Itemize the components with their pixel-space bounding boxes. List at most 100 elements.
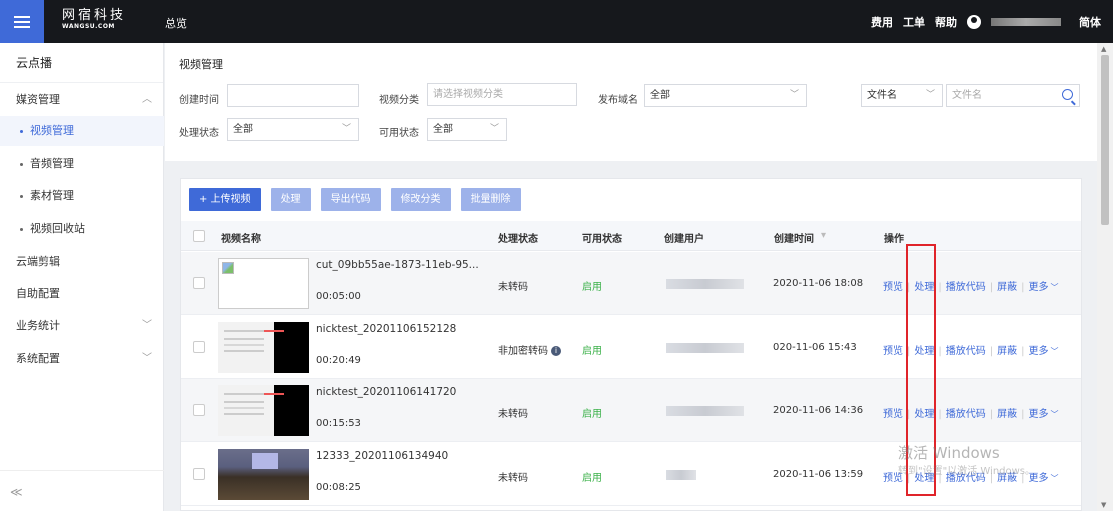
preview-link[interactable]: 预览: [883, 409, 903, 420]
scroll-down-icon[interactable]: ▼: [1101, 501, 1106, 509]
created-time-input[interactable]: [227, 84, 359, 107]
collapse-sidebar-icon[interactable]: ≪: [10, 485, 23, 499]
tickets-link[interactable]: 工单: [903, 14, 925, 30]
search-type-select[interactable]: 文件名 ﹀: [861, 84, 943, 107]
category-select[interactable]: 请选择视频分类: [427, 83, 577, 106]
chevron-down-icon: ﹀: [925, 90, 935, 100]
chevron-down-icon: ﹀: [1050, 474, 1059, 483]
video-name[interactable]: nicktest_20201106141720: [316, 386, 456, 398]
info-icon[interactable]: i: [551, 346, 561, 356]
video-duration: 00:15:53: [316, 418, 361, 429]
creator-masked: [666, 470, 696, 480]
scroll-thumb[interactable]: [1101, 55, 1109, 225]
preview-link[interactable]: 预览: [883, 282, 903, 293]
block-link[interactable]: 屏蔽: [997, 346, 1017, 357]
table-row: nicktest_20201106141720 00:15:53 未转码 启用 …: [181, 379, 1081, 442]
table-row: nicktest_20201106152128 00:20:49 非加密转码 i …: [181, 316, 1081, 379]
sidebar-item-media[interactable]: 媒资管理 ︿: [0, 85, 164, 115]
sidebar-item-material-management[interactable]: 素材管理: [0, 181, 164, 211]
domain-select[interactable]: 全部 ﹀: [644, 84, 807, 107]
process-status-value: 全部: [233, 124, 253, 135]
row-checkbox[interactable]: [193, 404, 205, 416]
more-link[interactable]: 更多: [1029, 409, 1049, 420]
sidebar-divider: [0, 470, 164, 471]
created-time: 020-11-06 15:43: [773, 342, 857, 353]
language-switch[interactable]: 简体: [1079, 14, 1101, 30]
page-title: 视频管理: [179, 58, 223, 71]
video-thumbnail[interactable]: [218, 449, 309, 500]
preview-link[interactable]: 预览: [883, 346, 903, 357]
filter-panel: 视频管理 创建时间 视频分类 请选择视频分类 发布域名 全部 ﹀ 文件名 ﹀ 文…: [165, 43, 1097, 161]
avail-status: 启用: [582, 282, 602, 293]
avail-status-select[interactable]: 全部 ﹀: [427, 118, 507, 141]
avail-status: 启用: [582, 473, 602, 484]
toolbar: + 上传视频 处理 导出代码 修改分类 批量删除: [189, 188, 521, 211]
bullet-icon: [20, 163, 23, 166]
process-status-select[interactable]: 全部 ﹀: [227, 118, 359, 141]
page-scrollbar[interactable]: ▲ ▼: [1097, 43, 1113, 511]
sidebar-item-stats[interactable]: 业务统计 ﹀: [0, 311, 164, 341]
sidebar-item-cloud-editing[interactable]: 云端剪辑: [0, 247, 164, 277]
search-type-value: 文件名: [867, 90, 897, 101]
export-code-button[interactable]: 导出代码: [320, 188, 381, 211]
chevron-down-icon: ﹀: [341, 124, 351, 134]
play-code-link[interactable]: 播放代码: [946, 409, 986, 420]
video-thumbnail[interactable]: [218, 322, 309, 373]
video-name[interactable]: cut_09bb55ae-1873-11eb-95...: [316, 259, 479, 271]
sidebar-item-label: 视频回收站: [30, 222, 85, 235]
more-link[interactable]: 更多: [1029, 346, 1049, 357]
scroll-up-icon[interactable]: ▲: [1101, 45, 1106, 53]
sort-desc-icon[interactable]: ▾: [821, 230, 826, 241]
process-status: 非加密转码 i: [498, 342, 561, 357]
batch-delete-button[interactable]: 批量删除: [460, 188, 521, 211]
row-checkbox[interactable]: [193, 341, 205, 353]
video-name[interactable]: 12333_20201106134940: [316, 450, 448, 462]
creator-masked: [666, 343, 744, 353]
sidebar-item-video-recycle-bin[interactable]: 视频回收站: [0, 214, 164, 244]
video-thumbnail[interactable]: [218, 385, 309, 436]
creator-masked: [666, 279, 744, 289]
sidebar-item-video-management[interactable]: 视频管理: [0, 116, 164, 146]
category-label: 视频分类: [379, 95, 419, 106]
logo[interactable]: 网宿科技 WANGSU.COM: [62, 9, 126, 30]
sidebar-item-auto-config[interactable]: 自助配置: [0, 279, 164, 309]
video-thumbnail[interactable]: [218, 258, 309, 309]
user-avatar-icon[interactable]: [967, 15, 981, 29]
search-icon[interactable]: [1062, 89, 1073, 100]
video-name[interactable]: nicktest_20201106152128: [316, 323, 456, 335]
sidebar-item-audio-management[interactable]: 音频管理: [0, 149, 164, 179]
username-masked[interactable]: [991, 18, 1061, 26]
logo-text-cn: 网宿科技: [62, 8, 127, 23]
search-input[interactable]: 文件名: [946, 84, 1080, 107]
block-link[interactable]: 屏蔽: [997, 282, 1017, 293]
select-all-checkbox[interactable]: [193, 230, 205, 242]
play-code-link[interactable]: 播放代码: [946, 282, 986, 293]
more-link[interactable]: 更多: [1029, 282, 1049, 293]
col-created-time[interactable]: 创建时间: [774, 230, 814, 245]
process-status: 未转码: [498, 282, 528, 293]
help-link[interactable]: 帮助: [935, 14, 957, 30]
created-time: 2020-11-06 13:59: [773, 469, 864, 480]
col-creator: 创建用户: [664, 234, 704, 245]
block-link[interactable]: 屏蔽: [997, 409, 1017, 420]
row-checkbox[interactable]: [193, 468, 205, 480]
windows-watermark: 激活 Windows: [898, 444, 1000, 462]
windows-watermark-subtext: 转到"设置"以激活 Windows。: [898, 466, 1036, 477]
modify-category-button[interactable]: 修改分类: [390, 188, 451, 211]
video-duration: 00:08:25: [316, 482, 361, 493]
sidebar-item-system-config[interactable]: 系统配置 ﹀: [0, 344, 164, 374]
process-button[interactable]: 处理: [270, 188, 311, 211]
sidebar-item-label: 自助配置: [16, 287, 60, 300]
upload-video-button[interactable]: + 上传视频: [189, 188, 261, 211]
chevron-down-icon: ﹀: [1050, 410, 1059, 419]
fees-link[interactable]: 费用: [871, 14, 893, 30]
hamburger-icon: [14, 15, 30, 28]
chevron-down-icon: ﹀: [1050, 283, 1059, 292]
menu-button[interactable]: [0, 0, 44, 43]
avail-status: 启用: [582, 409, 602, 420]
video-duration: 00:05:00: [316, 291, 361, 302]
play-code-link[interactable]: 播放代码: [946, 346, 986, 357]
nav-overview[interactable]: 总览: [165, 15, 187, 31]
row-checkbox[interactable]: [193, 277, 205, 289]
col-name: 视频名称: [221, 234, 261, 245]
